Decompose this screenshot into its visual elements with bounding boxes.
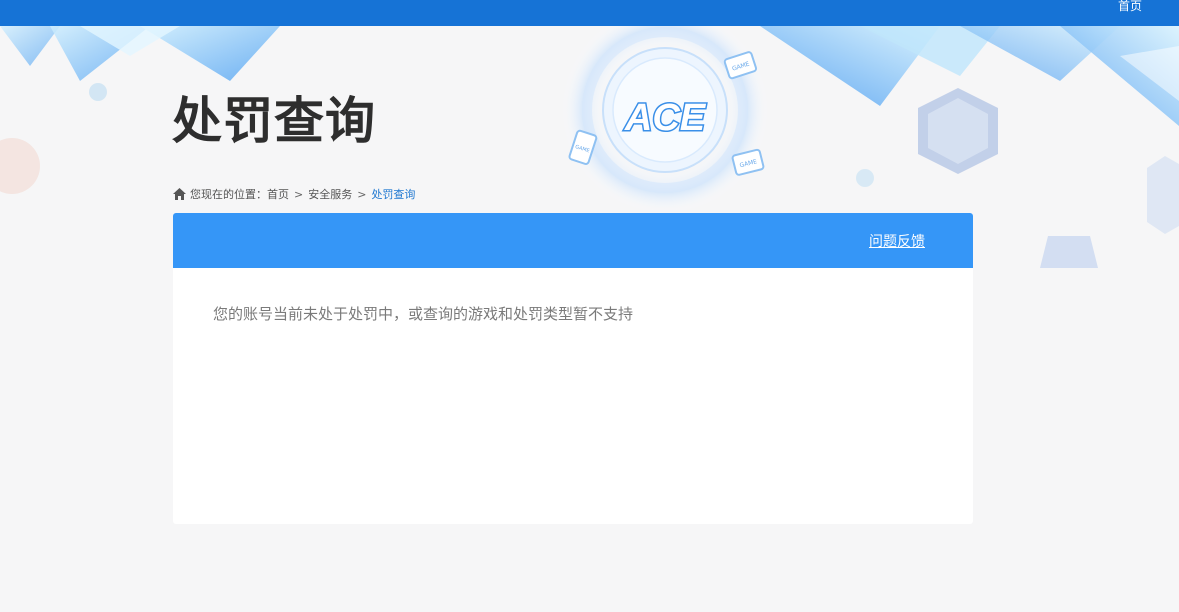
panel-header: 问题反馈	[173, 213, 973, 268]
breadcrumb-prefix: 您现在的位置：	[190, 188, 267, 201]
breadcrumb: 您现在的位置： 首页 > 安全服务 > 处罚查询	[173, 186, 415, 202]
result-panel: 问题反馈 您的账号当前未处于处罚中，或查询的游戏和处罚类型暂不支持	[173, 213, 973, 524]
breadcrumb-separator: >	[357, 187, 367, 201]
panel-body: 您的账号当前未处于处罚中，或查询的游戏和处罚类型暂不支持	[173, 268, 973, 360]
top-nav-bar: 首页	[0, 0, 1179, 26]
home-icon	[173, 188, 186, 200]
page-title: 处罚查询	[172, 92, 376, 150]
breadcrumb-item-home[interactable]: 首页	[267, 186, 289, 202]
top-nav-home-link[interactable]: 首页	[1118, 0, 1142, 13]
feedback-link[interactable]: 问题反馈	[869, 231, 925, 251]
breadcrumb-item-current: 处罚查询	[371, 188, 416, 201]
svg-text:ACE: ACE	[624, 97, 707, 139]
result-message: 您的账号当前未处于处罚中，或查询的游戏和处罚类型暂不支持	[213, 305, 634, 323]
breadcrumb-item-security-services[interactable]: 安全服务	[308, 186, 352, 202]
breadcrumb-separator: >	[294, 187, 304, 201]
